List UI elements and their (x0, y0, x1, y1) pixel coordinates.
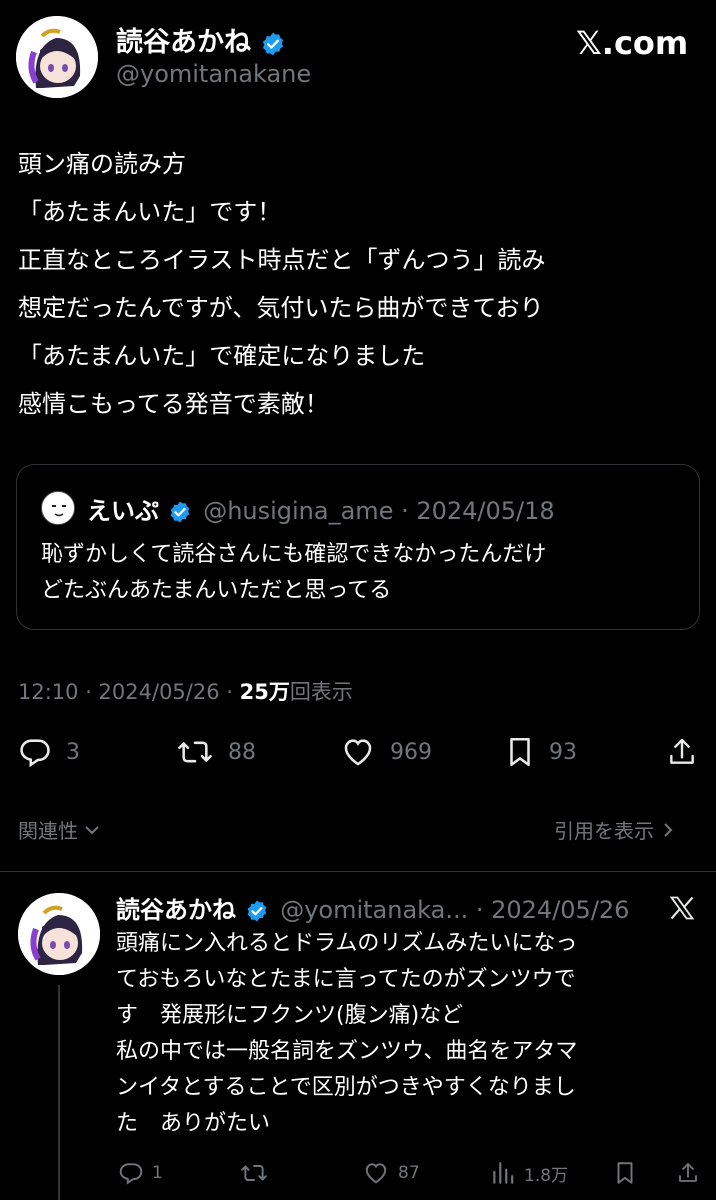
bookmark-button[interactable]: 93 (505, 735, 577, 769)
reply-button[interactable]: 3 (18, 735, 80, 769)
tweet-line: 感情こもってる発音で素敵！ (18, 390, 329, 418)
section-divider (0, 871, 716, 872)
quoted-author-name: えいぷ (87, 497, 159, 525)
view-count: 25万 (239, 680, 290, 704)
like-button[interactable]: 969 (340, 735, 432, 769)
view-label: 回表示 (289, 680, 353, 704)
author-name-row: 読谷あかね (116, 20, 286, 59)
tweet-line: 「あたまんいた」で確定になりました (18, 342, 426, 370)
avatar-illustration (16, 16, 98, 98)
x-logo-icon: 𝕏.com (576, 24, 689, 62)
chevron-right-icon (664, 822, 673, 837)
thread-line (58, 985, 60, 1200)
avatar-illustration (18, 893, 100, 975)
bookmark-count: 93 (549, 739, 577, 765)
share-icon (679, 1163, 697, 1182)
reply-line: 私の中では一般名詞をズンツウ、曲名をアタマ (116, 1039, 578, 1064)
reply-bookmark-button[interactable] (614, 1160, 636, 1186)
reply-author-name[interactable]: 読谷あかね (116, 896, 236, 924)
views-icon (493, 1162, 514, 1184)
share-button[interactable] (666, 735, 698, 769)
quoted-header: えいぷ @husigina_ame · 2024/05/18 (87, 491, 555, 526)
retweet-count: 88 (228, 739, 256, 765)
x-logo-icon (669, 896, 695, 920)
reply-icon (119, 1163, 143, 1185)
tweet-line: 頭ン痛の読み方 (18, 150, 186, 178)
quoted-body: 恥ずかしくて読谷さんにも確認できなかったんだけ どたぶんあたまんいただと思ってる (41, 537, 546, 609)
reply-view-count: 1.8万 (524, 1165, 569, 1186)
reply-line: た ありがたい (116, 1111, 271, 1136)
verified-icon (247, 900, 267, 921)
reply-header: 読谷あかね @yomitanaka... · 2024/05/26 (116, 890, 629, 925)
face-icon (43, 493, 74, 524)
tweet-line: 「あたまんいた」です！ (18, 198, 282, 226)
reply-line: ておもろいなとたまに言ってたのがズンツウで (116, 967, 576, 992)
reply-views-button[interactable]: 1.8万 (490, 1160, 568, 1186)
quoted-line: どたぶんあたまんいただと思ってる (41, 578, 392, 603)
like-icon (344, 739, 372, 766)
show-quotes-label: 引用を表示 (554, 819, 654, 843)
tweet-line: 想定だったんですが、気付いたら曲ができており (18, 294, 544, 322)
reply-share-button[interactable] (676, 1160, 700, 1186)
share-icon (670, 738, 694, 764)
bookmark-icon (510, 737, 530, 767)
reply-handle-date: @yomitanaka... · 2024/05/26 (280, 896, 630, 924)
reply-count: 3 (66, 739, 80, 765)
tweet-meta: 12:10 · 2024/05/26 · 25万回表示 (18, 676, 353, 706)
chevron-down-icon (85, 825, 99, 834)
reply-icon (20, 739, 50, 768)
quoted-line: 恥ずかしくて読谷さんにも確認できなかったんだけ (41, 542, 547, 567)
quoted-tweet-card[interactable]: えいぷ @husigina_ame · 2024/05/18 恥ずかしくて読谷さ… (16, 464, 700, 630)
tweet-line: 正直なところイラスト時点だと「ずんつう」読み (18, 246, 546, 274)
tweet-body: 頭ン痛の読み方 「あたまんいた」です！ 正直なところイラスト時点だと「ずんつう」… (18, 140, 546, 428)
like-count: 969 (390, 739, 432, 765)
related-label: 関連性 (18, 819, 78, 843)
retweet-icon (178, 741, 212, 763)
verified-icon (263, 32, 284, 55)
quoted-author-avatar (41, 491, 75, 525)
author-name[interactable]: 読谷あかね (116, 27, 251, 58)
reply-reply-button[interactable]: 1 (118, 1160, 163, 1186)
retweet-button[interactable]: 88 (176, 735, 256, 769)
reply-like-button[interactable]: 87 (362, 1160, 420, 1186)
reply-reply-count: 1 (152, 1163, 163, 1183)
like-icon (365, 1163, 387, 1184)
verified-icon (170, 501, 190, 522)
tweet-timestamp[interactable]: 12:10 · 2024/05/26 · (18, 680, 240, 704)
author-avatar[interactable] (16, 16, 98, 98)
reply-line: す 発展形にフクンツ(腹ン痛)など (116, 1003, 464, 1028)
reply-body: 頭痛にン入れるとドラムのリズムみたいになっ ておもろいなとたまに言ってたのがズン… (116, 926, 577, 1142)
show-quotes-link[interactable]: 引用を表示 (554, 815, 678, 844)
quoted-handle-date: @husigina_ame · 2024/05/18 (203, 497, 555, 525)
reply-like-count: 87 (398, 1163, 420, 1183)
reply-author-avatar[interactable] (18, 893, 100, 975)
reply-line: 頭痛にン入れるとドラムのリズムみたいになっ (116, 931, 578, 956)
reply-retweet-button[interactable] (240, 1160, 268, 1186)
retweet-icon (241, 1165, 267, 1181)
reply-line: ンイタとすることで区別がつきやすくなりまし (116, 1075, 576, 1100)
related-sort-button[interactable]: 関連性 (18, 815, 102, 844)
author-handle[interactable]: @yomitanakane (116, 60, 311, 88)
bookmark-icon (617, 1162, 633, 1184)
